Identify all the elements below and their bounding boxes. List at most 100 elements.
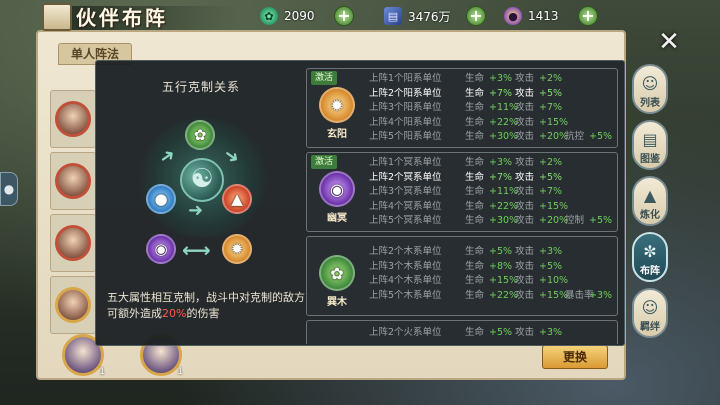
bonus-card-dark: 激活 ◉ 幽冥 上阵1个冥系单位 生命 +3% 攻击 +2% 上阵2个冥系单位 生命 +7%… xyxy=(306,152,618,232)
close-button[interactable]: ✕ xyxy=(652,26,686,60)
swap-button[interactable]: 更换 xyxy=(542,345,608,369)
side-item-refine[interactable]: ▲ 炼化 xyxy=(632,176,668,226)
stat-name: 攻击 xyxy=(515,260,535,272)
faction-bonus-list[interactable]: 激活 ✹ 玄阳 上阵1个阳系单位 生命 +3% 攻击 +2% 上阵2个阳系单位 生命 +7%… xyxy=(306,68,618,344)
bonus-condition: 上阵2个冥系单位 xyxy=(369,171,442,183)
bonus-row-current: 上阵2个冥系单位 生命 +7% 攻击 +5% xyxy=(369,171,617,186)
stat-value: +3% xyxy=(539,246,563,257)
stat-name: 生命 xyxy=(465,327,485,338)
wheel-title: 五行克制关系 xyxy=(162,80,241,94)
hero-avatar xyxy=(55,287,91,323)
stat-name: 生命 xyxy=(465,102,485,114)
sun-element-icon: ✹ xyxy=(319,87,355,123)
stat-name: 暴击率 xyxy=(565,289,594,301)
bonus-condition: 上阵2个木系单位 xyxy=(369,246,442,257)
hero-avatar xyxy=(55,225,91,261)
active-badge: 激活 xyxy=(311,71,338,85)
wood-element-icon: ✿ xyxy=(185,120,215,150)
stat-value: +22% xyxy=(489,116,519,128)
bonus-row-current: 上阵2个阳系单位 生命 +7% 攻击 +5% xyxy=(369,87,617,102)
dark-element-icon: ◉ xyxy=(146,234,176,264)
stat-value: +7% xyxy=(539,102,563,114)
book-currency-icon: ▤ xyxy=(384,7,402,25)
side-item-list[interactable]: ☺ 列表 xyxy=(632,64,668,114)
stat-value: +15% xyxy=(539,289,569,301)
hero-slot[interactable] xyxy=(50,90,96,148)
stat-value: +30% xyxy=(489,131,519,143)
stat-value: +7% xyxy=(489,87,513,99)
jade-value: 2090 xyxy=(284,9,315,23)
stat-value: +15% xyxy=(539,200,569,212)
bonus-condition: 上阵3个木系单位 xyxy=(369,260,442,272)
stat-name: 生命 xyxy=(465,186,485,198)
stat-value: +5% xyxy=(589,215,613,227)
book-icon xyxy=(42,2,72,31)
bonus-condition: 上阵2个阳系单位 xyxy=(369,87,442,99)
stat-value: +22% xyxy=(489,200,519,212)
card-label: 巽木 xyxy=(327,297,347,308)
hero-slot[interactable] xyxy=(50,152,96,210)
stat-value: +20% xyxy=(539,131,569,143)
bonus-condition: 上阵5个冥系单位 xyxy=(369,215,442,227)
side-item-label: 炼化 xyxy=(640,210,660,221)
stat-value: +15% xyxy=(539,116,569,128)
bonus-card-wood: ✿ 巽木 上阵2个木系单位 生命 +5% 攻击 +3% 上阵3个木系单位 生命 +8% 攻击 +… xyxy=(306,236,618,316)
stat-name: 攻击 xyxy=(515,102,535,114)
page-title: 伙伴布阵 xyxy=(76,6,168,30)
hero-slot[interactable] xyxy=(50,214,96,272)
stat-value: +11% xyxy=(489,186,519,198)
side-menu: ☺ 列表 ▤ 图鉴 ▲ 炼化 ✼ 布阵 ☺ 羁绊 xyxy=(632,64,672,344)
bonus-card-fire: 上阵2个火系单位 生命 +5% 攻击 +3% xyxy=(306,320,618,344)
stat-name: 攻击 xyxy=(515,73,535,84)
bonus-row: 上阵4个阳系单位 生命 +22% 攻击 +15% xyxy=(369,116,617,131)
formation-icon: ✼ xyxy=(643,242,657,261)
stat-value: +7% xyxy=(489,171,513,183)
side-item-label: 布阵 xyxy=(640,266,660,277)
stat-name: 攻击 xyxy=(515,171,535,183)
side-item-label: 羁绊 xyxy=(640,322,660,333)
bonus-condition: 上阵4个木系单位 xyxy=(369,275,442,287)
stat-value: +2% xyxy=(539,157,563,168)
stat-value: +5% xyxy=(539,260,563,272)
dark-element-icon: ◉ xyxy=(319,171,355,207)
add-orb-button[interactable]: + xyxy=(578,6,598,26)
fire-element-icon: ▲ xyxy=(222,184,252,214)
stat-name: 攻击 xyxy=(515,289,535,301)
stat-value: +3% xyxy=(539,327,563,338)
hero-slot[interactable] xyxy=(50,276,96,334)
furnace-icon: ▲ xyxy=(643,186,657,205)
mutual-arrow-icon: ⟷ xyxy=(182,238,211,262)
stat-value: +30% xyxy=(489,215,519,227)
friend-side-button[interactable]: ● xyxy=(0,172,18,206)
side-item-bond[interactable]: ☺ 羁绊 xyxy=(632,288,668,338)
stat-name: 生命 xyxy=(465,171,485,183)
stat-name: 生命 xyxy=(465,157,485,168)
bonus-rows: 上阵2个木系单位 生命 +5% 攻击 +3% 上阵3个木系单位 生命 +8% 攻击 +5% 上阵… xyxy=(369,245,617,303)
bonus-condition: 上阵4个阳系单位 xyxy=(369,116,442,128)
bonus-row: 上阵4个木系单位 生命 +15% 攻击 +10% xyxy=(369,274,617,289)
stat-value: +7% xyxy=(539,186,563,198)
stat-name: 生命 xyxy=(465,246,485,257)
book-value: 3476万 xyxy=(408,9,451,24)
add-jade-button[interactable]: + xyxy=(334,6,354,26)
partner-level: 1 xyxy=(99,367,105,377)
add-book-button[interactable]: + xyxy=(466,6,486,26)
hero-slot-column xyxy=(50,90,100,338)
stat-value: +20% xyxy=(539,215,569,227)
bonus-condition: 上阵1个阳系单位 xyxy=(369,73,442,84)
wheel-description: 五大属性相互克制，战斗中对克制的敌方可额外造成20%的伤害 xyxy=(107,290,307,322)
stat-name: 生命 xyxy=(465,116,485,128)
bonus-row: 上阵3个冥系单位 生命 +11% 攻击 +7% xyxy=(369,185,617,200)
partner-level: 1 xyxy=(177,367,183,377)
side-item-formation[interactable]: ✼ 布阵 xyxy=(632,232,668,282)
jade-icon: ✿ xyxy=(260,7,278,25)
stat-value: +10% xyxy=(539,275,569,287)
side-item-album[interactable]: ▤ 图鉴 xyxy=(632,120,668,170)
stat-name: 生命 xyxy=(465,275,485,287)
bonus-condition: 上阵1个冥系单位 xyxy=(369,157,442,168)
bonus-card-sun: 激活 ✹ 玄阳 上阵1个阳系单位 生命 +3% 攻击 +2% 上阵2个阳系单位 生命 +7%… xyxy=(306,68,618,148)
stat-name: 攻击 xyxy=(515,186,535,198)
bonus-row: 上阵1个冥系单位 生命 +3% 攻击 +2% xyxy=(369,156,617,171)
stat-value: +8% xyxy=(489,260,513,272)
orb-icon: ● xyxy=(504,7,522,25)
